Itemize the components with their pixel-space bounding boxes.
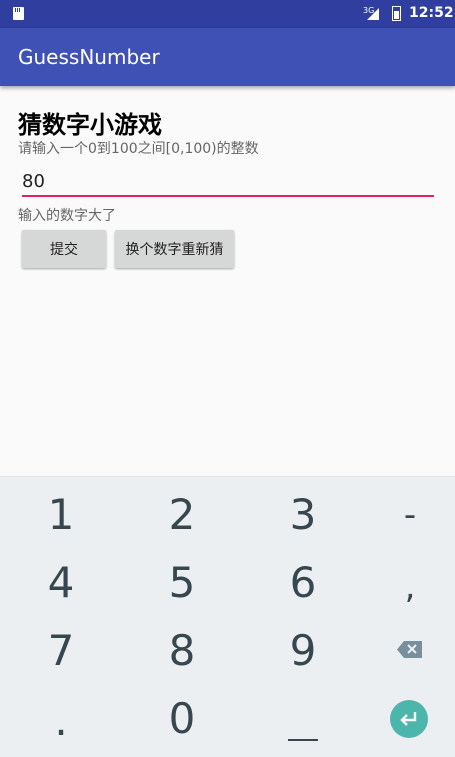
signal-icon xyxy=(367,8,379,20)
key-3[interactable]: 3 xyxy=(253,485,353,545)
numeric-keyboard: 1 2 3 - 4 5 6 , 7 8 9 . 0 xyxy=(0,476,455,757)
key-1[interactable]: 1 xyxy=(11,485,111,545)
key-minus[interactable]: - xyxy=(360,485,455,545)
main-content: 猜数字小游戏 请输入一个0到100之间[0,100)的整数 输入的数字大了 提交… xyxy=(0,86,455,476)
battery-icon xyxy=(392,6,401,21)
submit-button[interactable]: 提交 xyxy=(22,230,106,268)
page-title: 猜数字小游戏 xyxy=(18,111,162,139)
backspace-icon[interactable] xyxy=(397,641,422,658)
key-9[interactable]: 9 xyxy=(253,621,353,681)
key-4[interactable]: 4 xyxy=(11,553,111,613)
enter-key[interactable] xyxy=(390,700,428,738)
key-6[interactable]: 6 xyxy=(253,553,353,613)
status-time: 12:52 xyxy=(409,5,454,21)
key-5[interactable]: 5 xyxy=(132,553,232,613)
key-space[interactable] xyxy=(288,739,318,741)
status-bar: 3G 12:52 xyxy=(0,0,455,28)
app-title: GuessNumber xyxy=(18,45,160,69)
input-hint: 请输入一个0到100之间[0,100)的整数 xyxy=(18,141,259,157)
key-8[interactable]: 8 xyxy=(132,621,232,681)
key-0[interactable]: 0 xyxy=(132,689,232,749)
result-text: 输入的数字大了 xyxy=(18,208,116,224)
key-7[interactable]: 7 xyxy=(11,621,111,681)
key-2[interactable]: 2 xyxy=(132,485,232,545)
number-input[interactable] xyxy=(22,168,434,197)
app-bar: GuessNumber xyxy=(0,28,455,86)
sd-card-icon xyxy=(13,7,24,20)
key-comma[interactable]: , xyxy=(360,557,455,617)
new-number-button[interactable]: 换个数字重新猜 xyxy=(115,230,234,268)
key-period[interactable]: . xyxy=(11,691,111,751)
